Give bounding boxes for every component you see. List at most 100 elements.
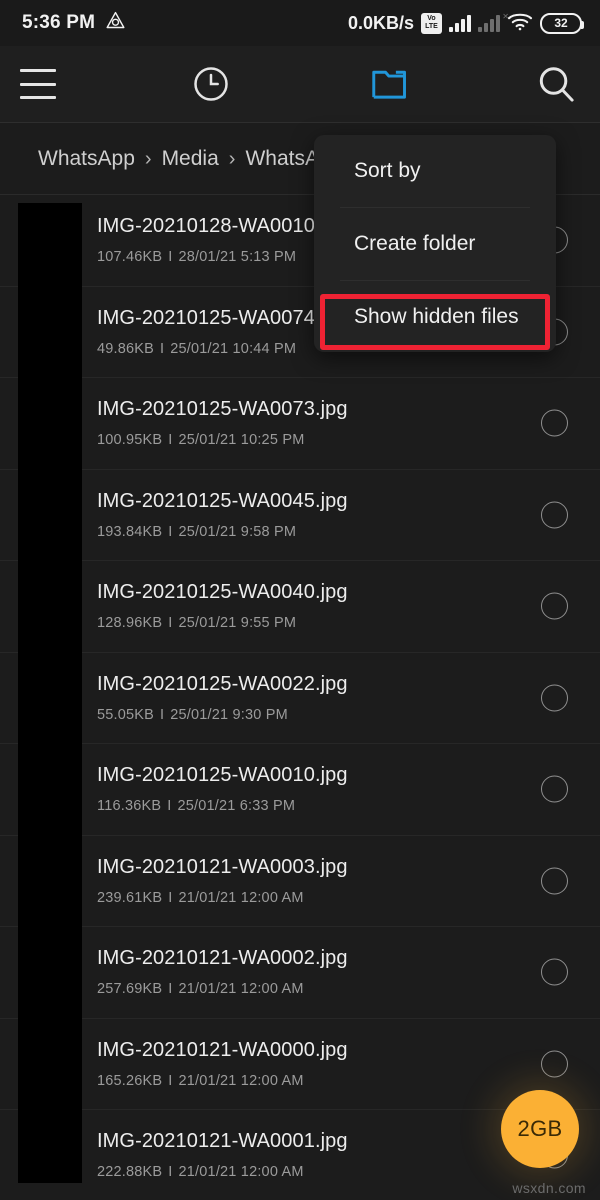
network-speed-text: 0.0KB/s xyxy=(347,12,414,33)
file-size: 222.88KB xyxy=(97,1164,163,1181)
file-name: IMG-20210121-WA0000.jpg xyxy=(97,1038,348,1061)
file-size: 55.05KB xyxy=(97,706,155,723)
file-list-item[interactable]: IMG-20210121-WA0000.jpg 165.26KB I 21/01/21… xyxy=(0,1019,600,1110)
meta-separator: I xyxy=(168,523,173,540)
status-bar-left: 5:36 PM xyxy=(22,10,126,36)
file-list-item[interactable]: IMG-20210121-WA0002.jpg 257.69KB I 21/01/21… xyxy=(0,927,600,1019)
file-select-radio[interactable] xyxy=(541,684,568,712)
file-size: 128.96KB xyxy=(97,615,163,632)
file-size: 49.86KB xyxy=(97,340,155,357)
meta-separator: I xyxy=(168,1164,173,1181)
file-size: 116.36KB xyxy=(97,798,162,815)
file-list-item[interactable]: IMG-20210125-WA0022.jpg 55.05KB I 25/01/21 … xyxy=(0,653,600,744)
file-date: 25/01/21 9:58 PM xyxy=(178,523,297,540)
file-date: 25/01/21 10:44 PM xyxy=(170,340,297,357)
breadcrumb-item-0[interactable]: WhatsApp xyxy=(38,147,135,171)
watermark: wsxdn.com xyxy=(512,1180,586,1196)
volte-icon: Vo LTE xyxy=(421,12,442,34)
file-date: 25/01/21 10:25 PM xyxy=(178,432,305,449)
file-list-item[interactable]: IMG-20210125-WA0045.jpg 193.84KB I 25/01/21… xyxy=(0,470,600,561)
file-info: IMG-20210125-WA0040.jpg 128.96KB I 25/01/21… xyxy=(97,581,348,631)
meta-separator: I xyxy=(168,981,173,998)
file-size: 107.46KB xyxy=(97,249,163,266)
file-size: 257.69KB xyxy=(97,981,163,998)
meta-separator: I xyxy=(168,1072,173,1089)
search-icon[interactable] xyxy=(534,62,578,106)
file-info: IMG-20210125-WA0045.jpg 193.84KB I 25/01/21… xyxy=(97,490,348,540)
volte-top-text: Vo xyxy=(427,15,436,22)
file-meta: 49.86KB I 25/01/21 10:44 PM xyxy=(97,341,321,357)
menu-item-create-folder[interactable]: Create folder xyxy=(314,208,556,280)
file-name: IMG-20210121-WA0001.jpg xyxy=(97,1130,348,1153)
file-list-item[interactable]: IMG-20210121-WA0003.jpg 239.61KB I 21/01/21… xyxy=(0,836,600,927)
meta-separator: I xyxy=(160,340,165,357)
battery-icon: 32 xyxy=(540,12,584,34)
breadcrumb-item-1[interactable]: Media xyxy=(162,147,219,171)
status-bar: 5:36 PM 0.0KB/s Vo LTE ✕ 32 xyxy=(0,0,600,46)
file-date: 21/01/21 12:00 AM xyxy=(178,1072,304,1089)
breadcrumb-separator: › xyxy=(228,147,236,170)
file-info: IMG-20210121-WA0001.jpg 222.88KB I 21/01/21… xyxy=(97,1130,348,1180)
file-meta: 222.88KB I 21/01/21 12:00 AM xyxy=(97,1164,348,1180)
file-info: IMG-20210125-WA0010.jpg 116.36KB I 25/01/21… xyxy=(97,764,348,814)
file-info: IMG-20210121-WA0002.jpg 257.69KB I 21/01/21… xyxy=(97,947,348,997)
file-list-item[interactable]: IMG-20210125-WA0010.jpg 116.36KB I 25/01/21… xyxy=(0,744,600,836)
file-meta: 55.05KB I 25/01/21 9:30 PM xyxy=(97,707,348,723)
file-name: IMG-20210125-WA0040.jpg xyxy=(97,581,348,604)
file-date: 21/01/21 12:00 AM xyxy=(178,1164,304,1181)
thumbnail-column xyxy=(18,203,82,1183)
file-size: 165.26KB xyxy=(97,1072,163,1089)
file-size: 100.95KB xyxy=(97,432,163,449)
file-info: IMG-20210128-WA0010. 107.46KB I 28/01/21 5:… xyxy=(97,215,321,265)
file-meta: 100.95KB I 25/01/21 10:25 PM xyxy=(97,432,348,448)
file-info: IMG-20210125-WA0074. 49.86KB I 25/01/21 10:… xyxy=(97,307,321,357)
file-select-radio[interactable] xyxy=(541,958,568,986)
file-select-radio[interactable] xyxy=(541,1050,568,1078)
breadcrumb-separator: › xyxy=(144,147,152,170)
file-select-radio[interactable] xyxy=(541,775,568,803)
file-name: IMG-20210125-WA0022.jpg xyxy=(97,672,348,695)
clock-time: 5:36 PM xyxy=(22,12,96,33)
file-meta: 128.96KB I 25/01/21 9:55 PM xyxy=(97,615,348,631)
clock-icon[interactable] xyxy=(190,63,232,105)
file-date: 25/01/21 9:55 PM xyxy=(178,615,297,632)
file-list-item[interactable]: IMG-20210125-WA0073.jpg 100.95KB I 25/01/21… xyxy=(0,378,600,470)
file-meta: 107.46KB I 28/01/21 5:13 PM xyxy=(97,249,321,265)
triangle-recycle-icon xyxy=(105,10,126,36)
file-info: IMG-20210121-WA0003.jpg 239.61KB I 21/01/21… xyxy=(97,856,348,906)
file-meta: 193.84KB I 25/01/21 9:58 PM xyxy=(97,524,348,540)
file-select-radio[interactable] xyxy=(541,409,568,437)
file-date: 28/01/21 5:13 PM xyxy=(178,249,297,266)
file-date: 25/01/21 9:30 PM xyxy=(170,706,288,723)
file-select-radio[interactable] xyxy=(541,592,568,620)
signal-bars-sim1-icon xyxy=(449,14,471,32)
phone-screen: 5:36 PM 0.0KB/s Vo LTE ✕ 32 WhatsApp › M… xyxy=(0,0,600,1200)
volte-bottom-text: LTE xyxy=(425,23,438,30)
status-bar-right: 0.0KB/s Vo LTE 32 xyxy=(347,11,584,36)
file-name: IMG-20210121-WA0003.jpg xyxy=(97,855,348,878)
file-select-radio[interactable] xyxy=(541,501,568,529)
hamburger-menu-icon[interactable] xyxy=(20,69,56,99)
wifi-icon xyxy=(507,11,533,36)
app-toolbar xyxy=(0,46,600,122)
file-select-radio[interactable] xyxy=(541,867,568,895)
meta-separator: I xyxy=(167,798,172,815)
highlight-annotation-box xyxy=(320,294,550,350)
file-name: IMG-20210128-WA0010. xyxy=(97,215,321,238)
file-meta: 116.36KB I 25/01/21 6:33 PM xyxy=(97,798,348,814)
file-list-item[interactable]: IMG-20210125-WA0040.jpg 128.96KB I 25/01/21… xyxy=(0,561,600,653)
battery-level-text: 32 xyxy=(554,16,568,30)
file-info: IMG-20210125-WA0022.jpg 55.05KB I 25/01/21 … xyxy=(97,673,348,723)
file-meta: 165.26KB I 21/01/21 12:00 AM xyxy=(97,1073,348,1089)
signal-bars-sim2-icon xyxy=(478,12,509,32)
folder-icon[interactable] xyxy=(367,63,413,105)
meta-separator: I xyxy=(160,706,165,723)
file-date: 21/01/21 12:00 AM xyxy=(178,981,304,998)
meta-separator: I xyxy=(168,249,173,266)
file-info: IMG-20210121-WA0000.jpg 165.26KB I 21/01/21… xyxy=(97,1039,348,1089)
file-name: IMG-20210125-WA0045.jpg xyxy=(97,489,348,512)
storage-fab-button[interactable]: 2GB xyxy=(501,1090,579,1168)
meta-separator: I xyxy=(168,889,173,906)
menu-item-sort-by[interactable]: Sort by xyxy=(314,135,556,207)
meta-separator: I xyxy=(168,432,173,449)
